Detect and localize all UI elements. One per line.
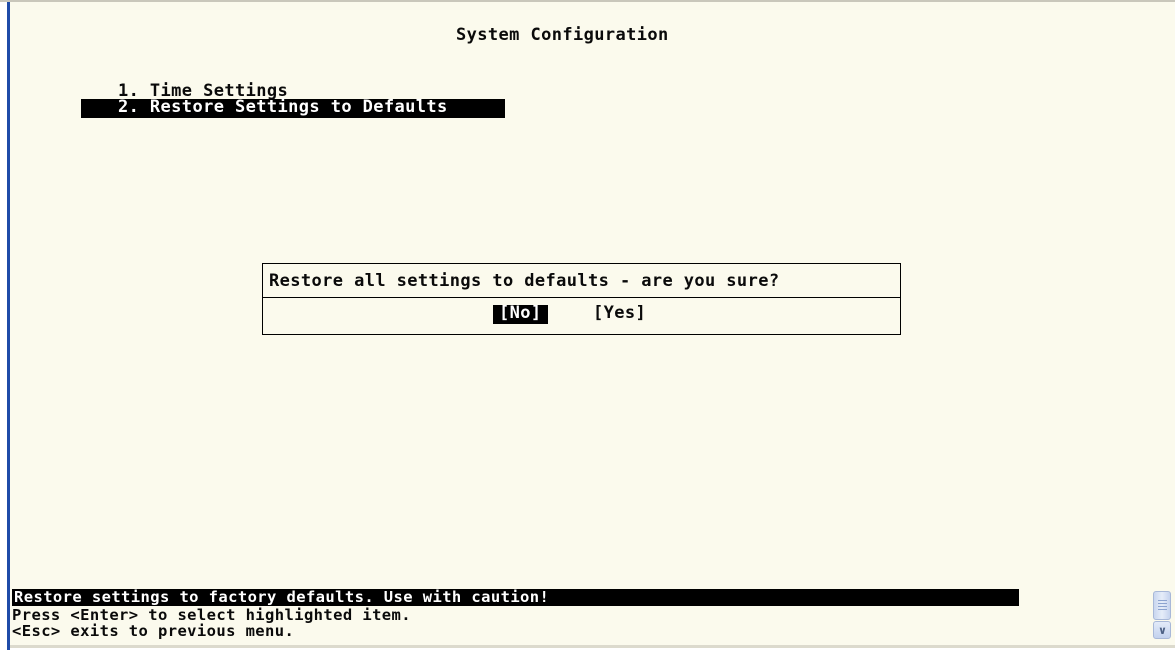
dialog-question: Restore all settings to defaults - are y…: [269, 271, 780, 291]
terminal-window: System Configuration 1. Time Settings 2.…: [0, 0, 1175, 650]
help-enter-text: Press <Enter> to select highlighted item…: [12, 606, 412, 624]
no-button[interactable]: [No]: [493, 305, 548, 324]
yes-button[interactable]: [Yes]: [593, 305, 646, 324]
scroll-down-button[interactable]: ∨: [1153, 621, 1171, 639]
window-left-border: [0, 2, 10, 650]
vertical-scrollbar[interactable]: ∨: [1153, 591, 1171, 639]
menu-item-restore-defaults[interactable]: 2. Restore Settings to Defaults: [81, 99, 505, 118]
scroll-thumb[interactable]: [1153, 591, 1171, 620]
screen-title: System Configuration: [456, 25, 669, 45]
confirm-dialog: Restore all settings to defaults - are y…: [262, 263, 901, 335]
chevron-down-icon: ∨: [1158, 624, 1167, 637]
scroll-grip-icon: [1158, 600, 1167, 611]
status-line: Restore settings to factory defaults. Us…: [12, 589, 1019, 606]
dialog-divider: [263, 297, 900, 298]
help-esc-text: <Esc> exits to previous menu.: [12, 622, 295, 640]
